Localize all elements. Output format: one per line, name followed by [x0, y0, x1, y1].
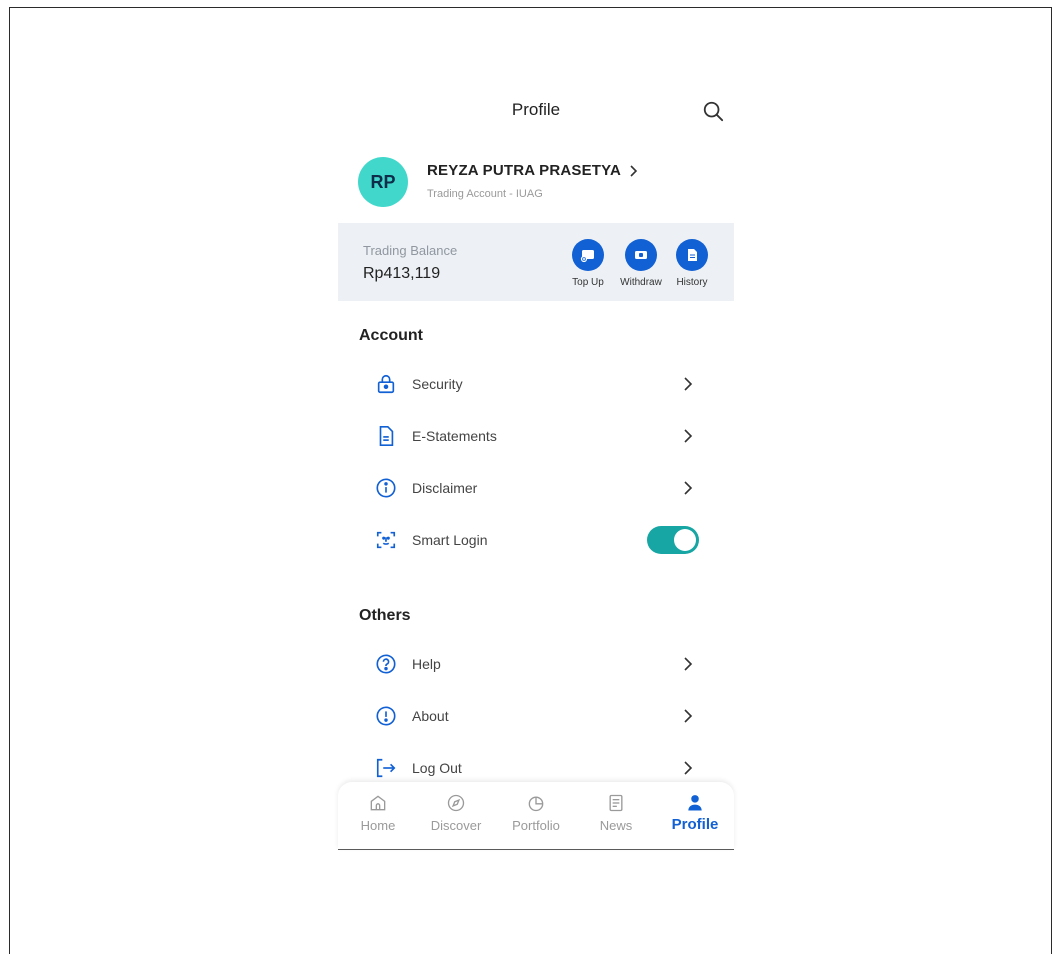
- history-icon: [688, 249, 697, 261]
- chevron-right-icon: [630, 164, 638, 177]
- chevron-right-icon: [684, 709, 693, 723]
- alert-icon: [376, 706, 396, 726]
- avatar: RP: [358, 157, 408, 207]
- nav-portfolio[interactable]: Portfolio: [501, 792, 571, 833]
- nav-label: Profile: [671, 816, 719, 833]
- withdraw-label: Withdraw: [620, 277, 662, 288]
- account-section-title: Account: [359, 327, 423, 344]
- balance-label: Trading Balance: [363, 243, 458, 258]
- top-up-button[interactable]: Top Up: [562, 239, 614, 288]
- smart-login-toggle[interactable]: [647, 526, 699, 554]
- menu-label: Log Out: [412, 760, 462, 776]
- menu-label: Smart Login: [412, 532, 488, 548]
- logout-icon: [376, 758, 396, 778]
- balance-value: Rp413,119: [363, 265, 441, 282]
- account-subtitle: Trading Account - IUAG: [427, 188, 543, 200]
- pie-chart-icon: [528, 796, 544, 812]
- header: Profile: [338, 80, 734, 140]
- user-name-row: REYZA PUTRA PRASETYA: [427, 162, 639, 179]
- menu-item-disclaimer[interactable]: Disclaimer: [358, 468, 698, 508]
- menu-label: About: [412, 708, 449, 724]
- nav-label: Portfolio: [512, 818, 560, 833]
- news-icon: [609, 794, 623, 812]
- chevron-right-icon: [684, 481, 693, 495]
- person-icon: [688, 795, 702, 811]
- page-title: Profile: [511, 100, 561, 119]
- top-up-label: Top Up: [572, 277, 604, 288]
- lock-icon: [377, 374, 395, 394]
- user-name: REYZA PUTRA PRASETYA: [427, 162, 622, 179]
- nav-home[interactable]: Home: [343, 792, 413, 833]
- menu-label: Help: [412, 656, 441, 672]
- document-icon: [379, 426, 394, 446]
- menu-label: Security: [412, 376, 463, 392]
- menu-item-about[interactable]: About: [358, 696, 698, 736]
- menu-item-e-statements[interactable]: E-Statements: [358, 416, 698, 456]
- history-button[interactable]: History: [666, 239, 718, 288]
- user-profile-link[interactable]: RP REYZA PUTRA PRASETYA Trading Account …: [358, 157, 718, 209]
- nav-label: Home: [360, 818, 396, 833]
- balance-card: Trading Balance Rp413,119 Top Up Withdra…: [338, 223, 734, 301]
- withdraw-button[interactable]: Withdraw: [615, 239, 667, 288]
- compass-icon: [447, 794, 465, 812]
- menu-item-security[interactable]: Security: [358, 364, 698, 404]
- search-button[interactable]: [698, 96, 728, 126]
- menu-item-help[interactable]: Help: [358, 644, 698, 684]
- chevron-right-icon: [684, 657, 693, 671]
- history-label: History: [676, 277, 708, 288]
- nav-profile[interactable]: Profile: [660, 792, 730, 833]
- help-icon: [376, 654, 396, 674]
- nav-label: Discover: [430, 818, 482, 833]
- top-up-icon: [580, 250, 594, 263]
- nav-news[interactable]: News: [581, 792, 651, 833]
- chevron-right-icon: [684, 429, 693, 443]
- toggle-knob: [674, 529, 696, 551]
- withdraw-icon: [635, 251, 647, 259]
- face-id-icon: [376, 531, 396, 549]
- search-icon: [703, 101, 724, 122]
- home-icon: [370, 795, 386, 811]
- others-section-title: Others: [359, 607, 411, 624]
- chevron-right-icon: [684, 377, 693, 391]
- profile-screen: Profile RP REYZA PUTRA PRASETYA Trading …: [338, 80, 734, 850]
- nav-discover[interactable]: Discover: [421, 792, 491, 833]
- chevron-right-icon: [684, 761, 693, 775]
- menu-label: Disclaimer: [412, 480, 478, 496]
- bottom-nav: Home Discover Portfolio News Profile: [338, 782, 734, 850]
- menu-label: E-Statements: [412, 428, 497, 444]
- menu-item-smart-login: Smart Login: [358, 520, 699, 560]
- nav-label: News: [599, 818, 633, 833]
- info-icon: [376, 478, 396, 498]
